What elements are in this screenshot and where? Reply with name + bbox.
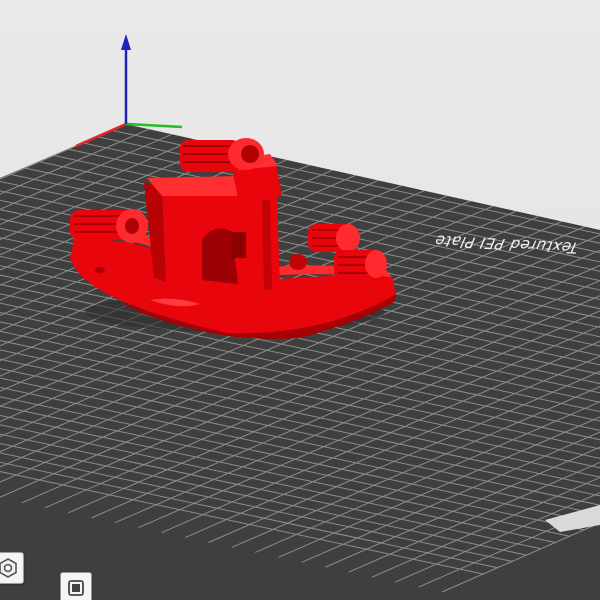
cabin-window xyxy=(232,232,246,258)
hull-porthole xyxy=(95,267,105,273)
left-gatling-gun xyxy=(70,209,148,243)
bottom-toolbar xyxy=(0,548,150,600)
layflat-icon xyxy=(0,558,17,578)
build-plate: Textured PEI Plate xyxy=(0,124,600,600)
build-plate-scene[interactable]: Textured PEI Plate xyxy=(0,0,600,600)
rear-gatling-gun xyxy=(180,138,264,172)
support-paint-button[interactable] xyxy=(60,572,92,600)
bed-surface xyxy=(0,124,600,600)
layflat-button[interactable] xyxy=(0,552,24,584)
z-axis-arrow-icon xyxy=(121,34,131,50)
3d-viewport[interactable]: Textured PEI Plate xyxy=(0,0,600,600)
support-paint-icon xyxy=(68,580,84,596)
